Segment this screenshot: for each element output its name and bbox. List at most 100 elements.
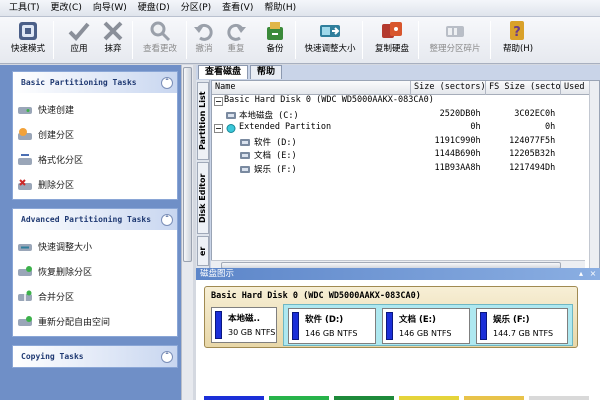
express-mode-button[interactable]: 快速模式 bbox=[6, 19, 50, 61]
legend-ntfs bbox=[204, 396, 264, 400]
help-icon: ? bbox=[510, 21, 524, 40]
disk-block[interactable]: Basic Hard Disk 0 (WDC WD5000AAKX-083CA0… bbox=[204, 286, 578, 348]
menu-wizard[interactable]: 向导(W) bbox=[88, 1, 133, 16]
menu-changes[interactable]: 更改(C) bbox=[46, 1, 88, 16]
delete-icon bbox=[18, 178, 32, 190]
table-row[interactable]: 本地磁盘 (C:) 2520DB0h 3C02EC0h bbox=[212, 109, 599, 123]
partition-d[interactable]: 软件 (D:) 146 GB NTFS bbox=[288, 308, 376, 344]
menu-partition[interactable]: 分区(P) bbox=[176, 1, 217, 16]
task-merge-partitions[interactable]: 合并分区 bbox=[17, 284, 177, 309]
main-pane: 查看磁盘 帮助 Partition List Disk Editor er Na… bbox=[196, 65, 600, 400]
undelete-icon bbox=[18, 265, 32, 276]
advanced-tasks-header[interactable]: Advanced Partitioning Tasks ˆ bbox=[13, 209, 177, 230]
menu-tools[interactable]: 工具(T) bbox=[4, 1, 46, 16]
menu-disk[interactable]: 硬盘(D) bbox=[133, 1, 176, 16]
scroll-thumb[interactable] bbox=[183, 67, 192, 262]
task-quick-create[interactable]: 快速创建 bbox=[17, 97, 177, 122]
disk-map: Basic Hard Disk 0 (WDC WD5000AAKX-083CA0… bbox=[196, 280, 600, 400]
toolbar: 快速模式 应用 抹弃 查看更改 撤消 重复 备份 快速调整大小 复制硬盘 整理分… bbox=[0, 17, 600, 64]
discard-button[interactable]: 抹弃 bbox=[98, 19, 128, 61]
task-pane-scrollbar[interactable] bbox=[181, 65, 193, 400]
partition-bar bbox=[292, 312, 299, 340]
col-fs-size[interactable]: FS Size (sectors) bbox=[486, 81, 561, 95]
menu-help[interactable]: 帮助(H) bbox=[259, 1, 302, 16]
table-row[interactable]: 软件 (D:) 1191C990h 124077F5h bbox=[212, 136, 599, 150]
collapse-icon[interactable] bbox=[214, 124, 224, 133]
pin-icon[interactable]: ▴ bbox=[576, 269, 586, 279]
collapse-icon[interactable]: ˆ bbox=[161, 350, 173, 363]
copying-tasks-header[interactable]: Copying Tasks ˆ bbox=[13, 346, 177, 367]
defrag-button[interactable]: 整理分区碎片 bbox=[425, 19, 485, 61]
disk-map-header: 磁盘图示 ▴ × bbox=[196, 268, 600, 280]
menu-view[interactable]: 查看(V) bbox=[217, 1, 259, 16]
merge-icon bbox=[18, 290, 32, 301]
format-icon bbox=[18, 153, 32, 165]
legend-unallocated bbox=[529, 396, 589, 400]
basic-tasks-header[interactable]: Basic Partitioning Tasks ˆ bbox=[13, 72, 177, 93]
tab-view-disks[interactable]: 查看磁盘 bbox=[198, 65, 249, 79]
table-row[interactable]: Basic Hard Disk 0 (WDC WD5000AAKX-083CA0… bbox=[212, 95, 599, 109]
table-row[interactable]: 文档 (E:) 1144B690h 12205B32h bbox=[212, 149, 599, 163]
task-undelete-partition[interactable]: 恢复删除分区 bbox=[17, 259, 177, 284]
redo-button[interactable]: 重复 bbox=[222, 19, 250, 61]
legend-fat bbox=[269, 396, 329, 400]
drive-icon bbox=[240, 138, 250, 147]
menu-bar: 工具(T) 更改(C) 向导(W) 硬盘(D) 分区(P) 查看(V) 帮助(H… bbox=[0, 0, 600, 17]
extended-partition-block[interactable]: 软件 (D:) 146 GB NTFS 文档 (E:) 146 GB NTFS … bbox=[283, 304, 573, 346]
resize-icon bbox=[320, 25, 340, 37]
defrag-icon bbox=[446, 26, 464, 37]
undo-icon bbox=[194, 23, 213, 41]
drive-icon bbox=[240, 151, 250, 160]
partition-bar bbox=[480, 312, 487, 340]
partition-bar bbox=[215, 311, 222, 339]
backup-button[interactable]: 备份 bbox=[260, 19, 290, 61]
collapse-icon[interactable]: ˆ bbox=[161, 76, 173, 89]
col-used[interactable]: Used bbox=[561, 81, 591, 95]
col-name[interactable]: Name bbox=[212, 81, 411, 95]
task-quick-resize[interactable]: 快速调整大小 bbox=[17, 234, 177, 259]
task-create-partition[interactable]: 创建分区 bbox=[17, 122, 177, 147]
view-changes-button[interactable]: 查看更改 bbox=[138, 19, 182, 61]
copy-disk-button[interactable]: 复制硬盘 bbox=[372, 19, 412, 61]
partition-e[interactable]: 文档 (E:) 146 GB NTFS bbox=[382, 308, 470, 344]
extended-partition-icon bbox=[226, 124, 236, 133]
create-partition-icon bbox=[18, 127, 32, 140]
legend-linux bbox=[399, 396, 459, 400]
copy-disk-icon bbox=[382, 22, 402, 38]
checkmark-icon bbox=[68, 22, 90, 41]
partition-bar bbox=[386, 312, 393, 340]
disk-label: Basic Hard Disk 0 (WDC WD5000AAKX-083CA0… bbox=[211, 291, 421, 301]
quick-resize-button[interactable]: 快速调整大小 bbox=[302, 19, 358, 61]
tab-partition-list[interactable]: Partition List bbox=[197, 82, 209, 160]
legend-strip bbox=[204, 396, 594, 400]
magnifier-icon bbox=[150, 21, 171, 42]
help-button[interactable]: ? 帮助(H) bbox=[500, 19, 536, 61]
table-row[interactable]: 娱乐 (F:) 11B93AA8h 1217494Dh bbox=[212, 163, 599, 177]
legend-other bbox=[464, 396, 524, 400]
list-vertical-scrollbar[interactable] bbox=[589, 81, 599, 271]
collapse-icon[interactable] bbox=[214, 97, 224, 106]
express-mode-icon bbox=[19, 22, 37, 40]
tab-extra[interactable]: er bbox=[197, 236, 209, 266]
disk-icon bbox=[18, 106, 32, 114]
close-icon[interactable]: × bbox=[588, 269, 598, 279]
task-reallocate-free-space[interactable]: 重新分配自由空间 bbox=[17, 309, 177, 334]
redo-icon bbox=[227, 23, 246, 41]
side-tabs: Partition List Disk Editor er bbox=[196, 80, 210, 270]
tab-disk-editor[interactable]: Disk Editor bbox=[197, 162, 209, 234]
task-delete-partition[interactable]: 删除分区 bbox=[17, 172, 177, 197]
apply-button[interactable]: 应用 bbox=[62, 19, 96, 61]
resize-icon bbox=[18, 243, 32, 251]
backup-icon bbox=[267, 22, 283, 40]
partition-c[interactable]: 本地磁.. 30 GB NTFS bbox=[211, 307, 277, 343]
collapse-icon[interactable]: ˆ bbox=[161, 213, 173, 226]
column-headers: Name Size (sectors) FS Size (sectors) Us… bbox=[212, 81, 599, 95]
col-size[interactable]: Size (sectors) bbox=[411, 81, 486, 95]
drive-icon bbox=[226, 111, 236, 120]
partition-f[interactable]: 娱乐 (F:) 144.7 GB NTFS bbox=[476, 308, 568, 344]
table-row[interactable]: Extended Partition 0h 0h bbox=[212, 122, 599, 136]
task-format-partition[interactable]: 格式化分区 bbox=[17, 147, 177, 172]
basic-tasks-group: Basic Partitioning Tasks ˆ 快速创建 创建分区 格式化… bbox=[12, 71, 178, 200]
tab-help[interactable]: 帮助 bbox=[250, 65, 283, 79]
undo-button[interactable]: 撤消 bbox=[190, 19, 218, 61]
